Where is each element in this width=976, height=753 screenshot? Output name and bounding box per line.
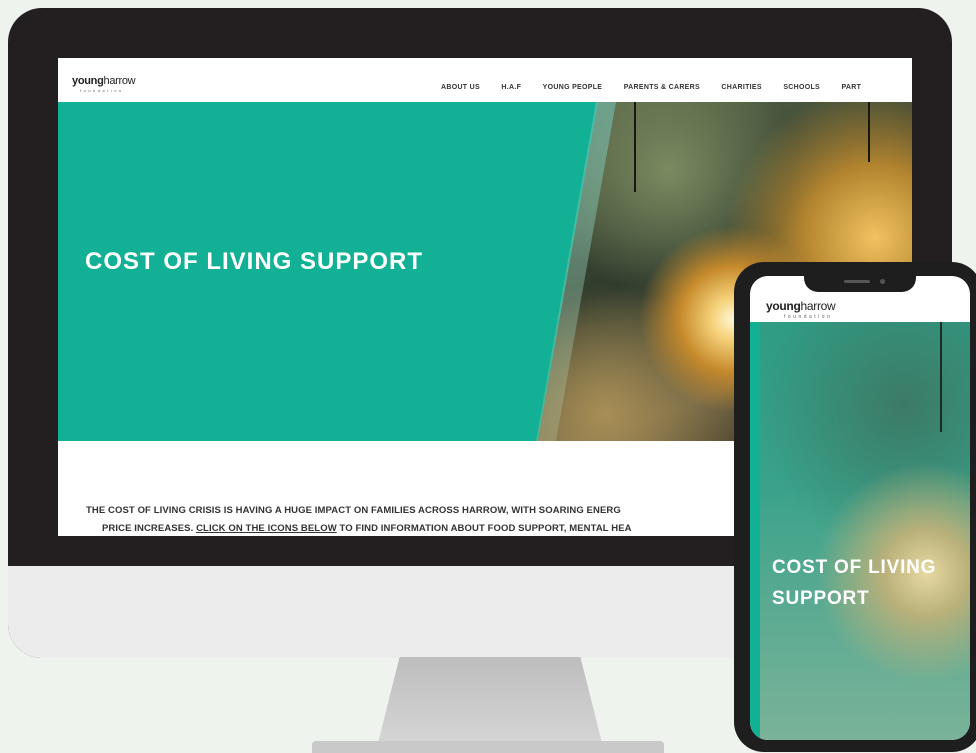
mobile-logo-harrow: harrow — [800, 299, 836, 313]
mobile-hero-title-line-1: COST OF LIVING — [772, 557, 937, 578]
mobile-hero-title-line-2: SUPPORT — [772, 588, 870, 609]
monitor-stand-base — [312, 741, 664, 753]
site-logo[interactable]: youngharrow foundation — [72, 72, 136, 93]
nav-charities[interactable]: CHARITIES — [721, 84, 761, 91]
mobile-phone: youngharrow foundation COST OF LIVING SU… — [734, 262, 976, 752]
nav-young-people[interactable]: YOUNG PEOPLE — [543, 84, 603, 91]
monitor-stand — [377, 657, 603, 747]
mobile-screen: youngharrow foundation COST OF LIVING SU… — [750, 276, 970, 740]
mobile-hero-title: COST OF LIVING SUPPORT — [772, 552, 936, 614]
front-camera-icon — [880, 279, 885, 284]
mobile-hero-bulb-cord — [940, 322, 942, 432]
nav-haf[interactable]: H.A.F — [501, 84, 521, 91]
mobile-hero-accent — [750, 322, 760, 740]
logo-foundation: foundation — [80, 88, 124, 93]
nav-partners[interactable]: PART — [841, 84, 861, 91]
icons-link[interactable]: CLICK ON THE ICONS BELOW — [196, 523, 337, 534]
hero-title: COST OF LIVING SUPPORT — [85, 248, 424, 275]
intro-line-2-start: PRICE INCREASES. — [102, 523, 197, 534]
phone-notch — [804, 276, 916, 292]
site-header: youngharrow foundation ABOUT US H.A.F YO… — [58, 58, 912, 103]
intro-line-2-end: TO FIND INFORMATION ABOUT FOOD SUPPORT, … — [336, 523, 632, 534]
logo-young: young — [72, 75, 104, 87]
mobile-hero: COST OF LIVING SUPPORT — [750, 322, 970, 740]
nav-about-us[interactable]: ABOUT US — [441, 84, 480, 91]
mobile-logo-young: young — [766, 299, 801, 313]
mobile-site-logo[interactable]: youngharrow foundation — [766, 298, 836, 320]
nav-parents-carers[interactable]: PARENTS & CARERS — [624, 84, 700, 91]
nav-schools[interactable]: SCHOOLS — [783, 84, 820, 91]
logo-harrow: harrow — [103, 75, 136, 87]
mobile-logo-foundation: foundation — [784, 314, 833, 320]
main-nav: ABOUT US H.A.F YOUNG PEOPLE PARENTS & CA… — [441, 76, 878, 94]
speaker-grille — [844, 280, 870, 283]
